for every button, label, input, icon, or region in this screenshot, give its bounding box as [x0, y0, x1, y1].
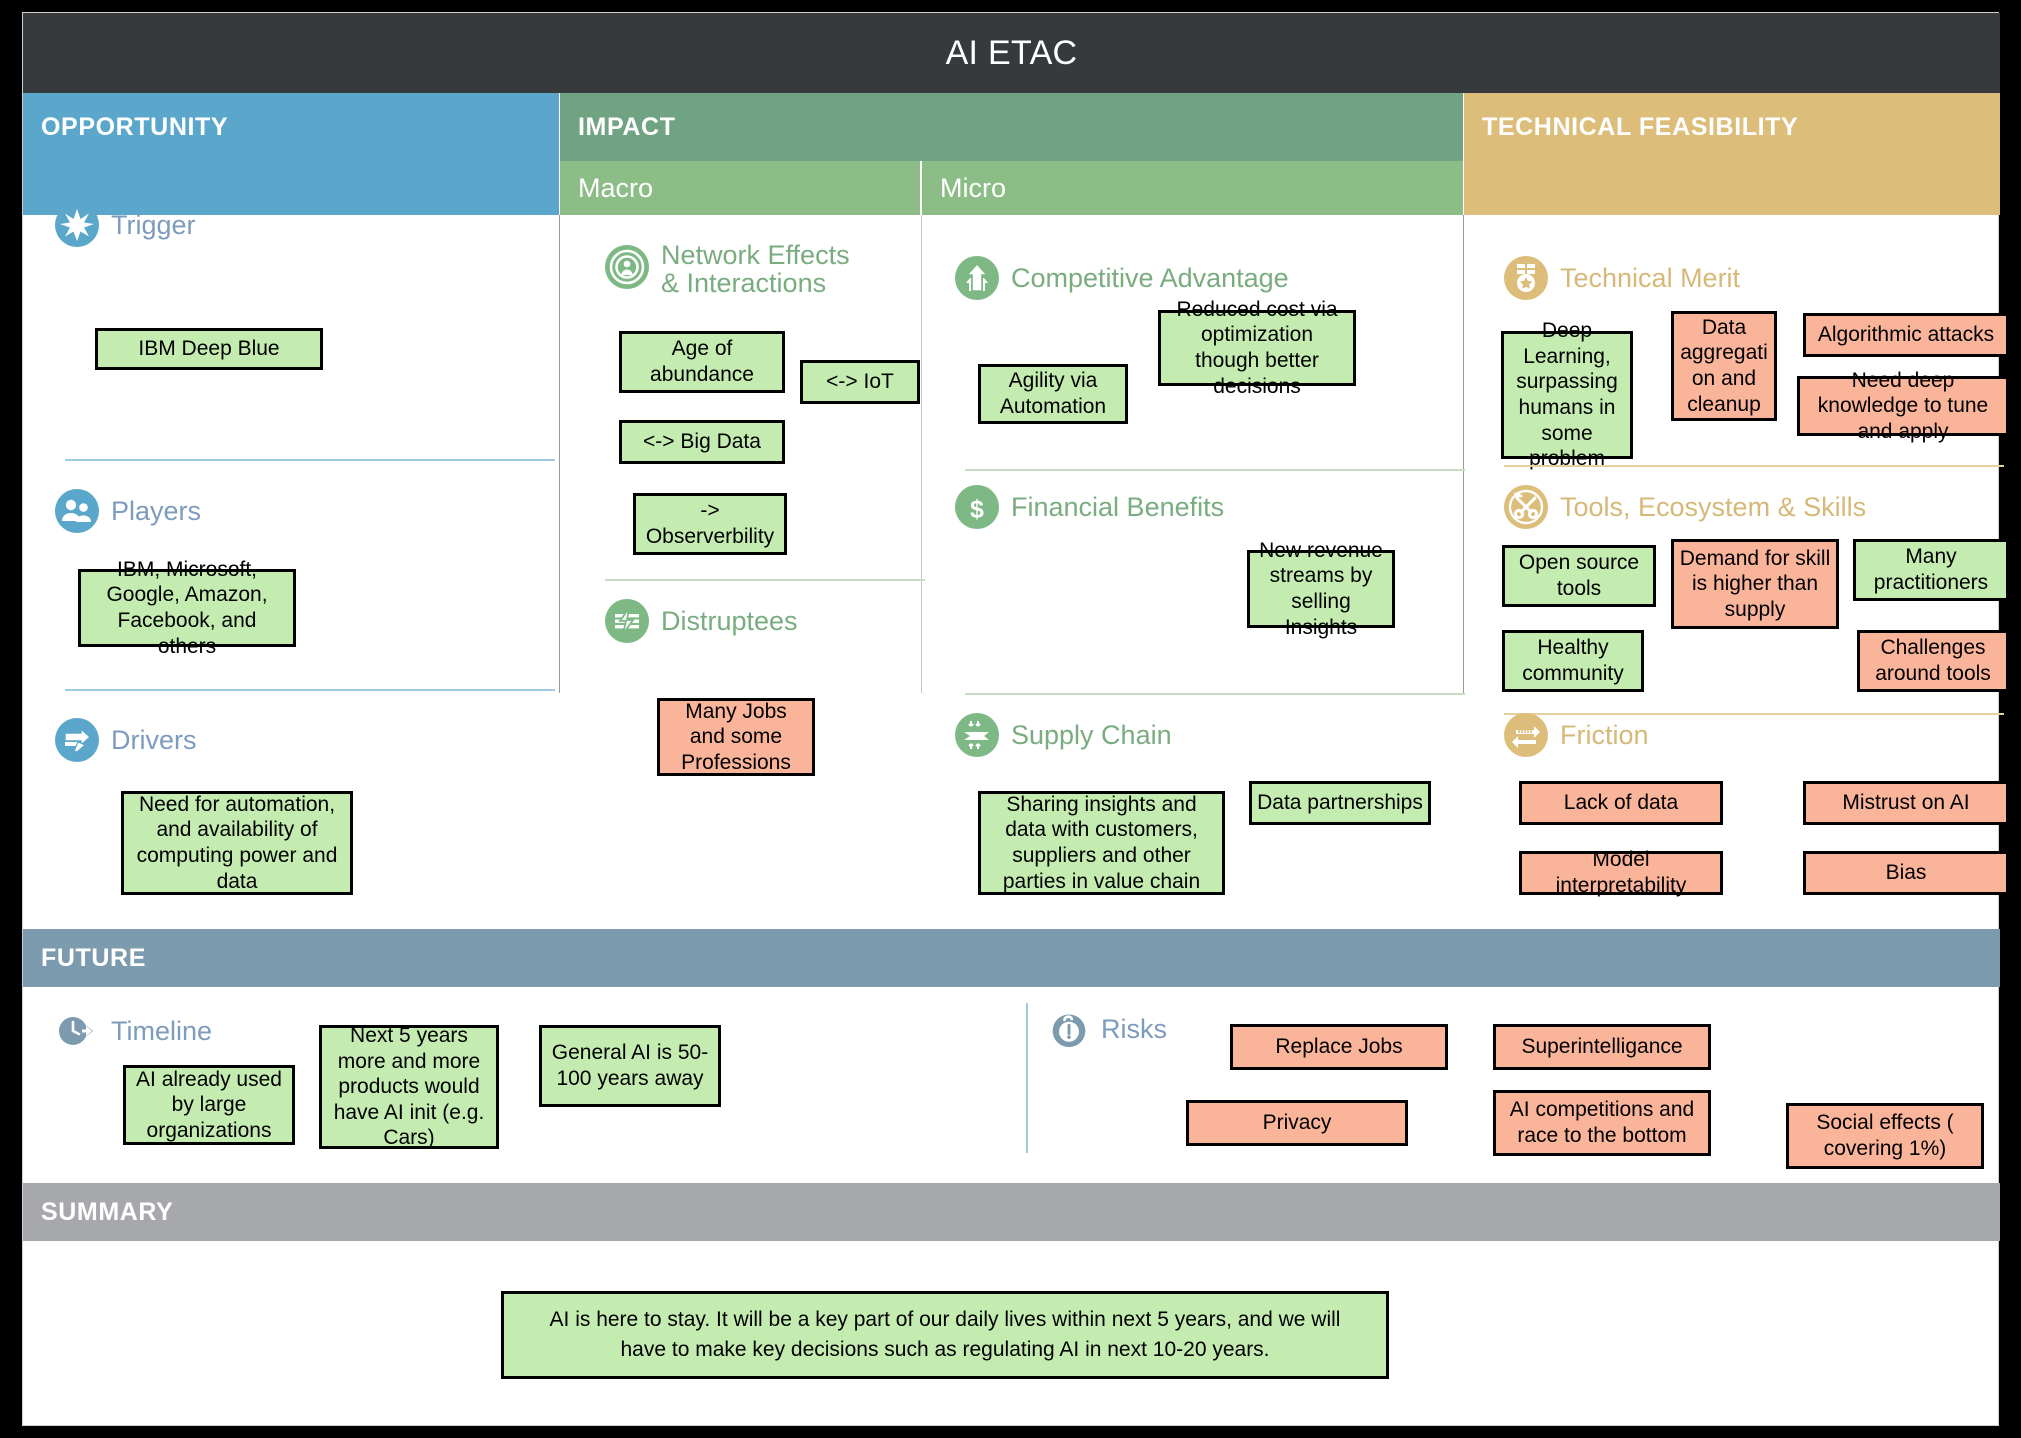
- note-superintelligance[interactable]: Superintelligance: [1493, 1024, 1711, 1070]
- note-mistrust-on-ai[interactable]: Mistrust on AI: [1803, 781, 2009, 825]
- note-social-effects[interactable]: Social effects ( covering 1%): [1786, 1103, 1984, 1169]
- note-observerbility[interactable]: -> Observerbility: [633, 493, 787, 555]
- note-model-interpretability[interactable]: Model interpretability: [1519, 848, 1723, 897]
- note-reduced-cost[interactable]: Reduced cost via optimization though bet…: [1158, 298, 1356, 398]
- subcolumn-header-micro: Micro: [922, 161, 1463, 215]
- banner-future: FUTURE: [23, 929, 2000, 987]
- dollar-icon: $: [955, 485, 999, 529]
- note-new-revenue[interactable]: New revenue streams by selling Insights: [1247, 539, 1395, 639]
- note-healthy-community[interactable]: Healthy community: [1502, 630, 1644, 692]
- note-ibm-deep-blue[interactable]: IBM Deep Blue: [95, 328, 323, 370]
- divider-merit-tools: [1504, 465, 2004, 467]
- section-title-label: Financial Benefits: [1011, 491, 1225, 522]
- note-replace-jobs[interactable]: Replace Jobs: [1230, 1024, 1448, 1070]
- section-distruptees: Distruptees: [605, 599, 798, 643]
- disruption-bolt-icon: [605, 599, 649, 643]
- section-friction: Friction: [1504, 713, 1649, 757]
- column-header-technical-filler: [1464, 161, 2000, 215]
- note-drivers-automation[interactable]: Need for automation, and availability of…: [121, 791, 353, 895]
- note-agility-automation[interactable]: Agility via Automation: [978, 364, 1128, 424]
- section-technical-merit: Technical Merit: [1504, 256, 1740, 300]
- note-age-of-abundance[interactable]: Age of abundance: [619, 331, 785, 393]
- note-lack-of-data[interactable]: Lack of data: [1519, 781, 1723, 825]
- note-bias[interactable]: Bias: [1803, 851, 2009, 895]
- note-deep-knowledge[interactable]: Need deep knowledge to tune and apply: [1797, 369, 2009, 443]
- note-players-companies[interactable]: IBM, Microsoft, Google, Amazon, Facebook…: [78, 558, 296, 658]
- section-title-label: Trigger: [111, 209, 196, 240]
- section-financial-benefits: $ Financial Benefits: [955, 485, 1224, 529]
- note-iot[interactable]: <-> IoT: [800, 360, 920, 404]
- note-open-source-tools[interactable]: Open source tools: [1502, 545, 1656, 607]
- note-ai-competitions[interactable]: AI competitions and race to the bottom: [1493, 1090, 1711, 1156]
- subcolumn-header-macro: Macro: [560, 161, 920, 215]
- section-title-label: Timeline: [111, 1015, 213, 1046]
- section-drivers: Drivers: [55, 718, 197, 762]
- section-network-effects: Network Effects & Interactions: [605, 241, 850, 298]
- tools-icon: [1504, 485, 1548, 529]
- column-header-technical: TECHNICAL FEASIBILITY: [1464, 93, 2000, 161]
- note-next-5-years[interactable]: Next 5 years more and more products woul…: [319, 1024, 499, 1149]
- people-group-icon: [55, 489, 99, 533]
- section-title-label: Friction: [1560, 719, 1649, 750]
- column-header-opportunity: OPPORTUNITY: [23, 93, 559, 161]
- divider-macro-micro: [921, 215, 922, 693]
- section-title-label: Drivers: [111, 724, 197, 755]
- note-privacy[interactable]: Privacy: [1186, 1100, 1408, 1146]
- section-title-label: Tools, Ecosystem & Skills: [1560, 491, 1867, 522]
- friction-icon: [1504, 713, 1548, 757]
- network-target-icon: [605, 245, 649, 289]
- svg-text:$: $: [970, 496, 984, 524]
- arrow-pen-icon: [55, 718, 99, 762]
- section-title-label: Network Effects & Interactions: [661, 240, 850, 299]
- section-trigger: Trigger: [55, 203, 196, 247]
- divider-trigger-players: [65, 459, 555, 461]
- medal-icon: [1504, 256, 1548, 300]
- note-many-jobs[interactable]: Many Jobs and some Professions: [657, 698, 815, 776]
- note-algorithmic-attacks[interactable]: Algorithmic attacks: [1803, 313, 2009, 357]
- supply-chain-icon: [955, 713, 999, 757]
- risk-alert-icon: [1049, 1009, 1089, 1049]
- section-title-label: Supply Chain: [1011, 719, 1172, 750]
- divider-timeline-risks: [1026, 1003, 1028, 1153]
- section-timeline: Timeline: [55, 1009, 212, 1053]
- note-big-data[interactable]: <-> Big Data: [619, 420, 785, 464]
- diagram-canvas: AI ETAC OPPORTUNITY IMPACT Macro Micro T…: [22, 12, 2009, 1426]
- banner-summary: SUMMARY: [23, 1183, 2000, 1241]
- note-ai-already-used[interactable]: AI already used by large organizations: [123, 1065, 295, 1145]
- section-tools-ecosystem: Tools, Ecosystem & Skills: [1504, 485, 1866, 529]
- note-many-practitioners[interactable]: Many practitioners: [1853, 539, 2009, 601]
- section-players-block: Players: [55, 489, 201, 533]
- column-header-impact: IMPACT: [560, 93, 1463, 161]
- divider-financial-supply: [965, 693, 1465, 695]
- note-summary-text[interactable]: AI is here to stay. It will be a key par…: [501, 1291, 1389, 1379]
- section-title-label: Players: [111, 495, 202, 526]
- note-data-aggregation[interactable]: Data aggregati on and cleanup: [1671, 311, 1777, 421]
- page-title: AI ETAC: [23, 13, 2000, 93]
- divider-network-distruptees: [605, 579, 925, 581]
- note-demand-for-skill[interactable]: Demand for skill is higher than supply: [1671, 539, 1839, 629]
- note-general-ai[interactable]: General AI is 50-100 years away: [539, 1025, 721, 1107]
- up-arrow-icon: [955, 256, 999, 300]
- divider-competitive-financial: [965, 469, 1465, 471]
- divider-opportunity-impact: [559, 215, 560, 693]
- divider-impact-technical: [1463, 215, 1464, 693]
- divider-players-drivers: [65, 689, 555, 691]
- section-competitive-advantage: Competitive Advantage: [955, 256, 1289, 300]
- note-sharing-insights[interactable]: Sharing insights and data with customers…: [978, 791, 1225, 895]
- section-title-label: Technical Merit: [1560, 262, 1741, 293]
- section-title-label: Distruptees: [661, 605, 798, 636]
- star-burst-icon: [55, 203, 99, 247]
- clock-arrow-icon: [55, 1009, 99, 1053]
- note-deep-learning[interactable]: Deep Learning, surpassing humans in some…: [1501, 319, 1633, 470]
- section-supply-chain: Supply Chain: [955, 713, 1172, 757]
- section-title-label: Risks: [1101, 1013, 1167, 1044]
- note-data-partnerships[interactable]: Data partnerships: [1249, 781, 1431, 825]
- note-challenges-around-tools[interactable]: Challenges around tools: [1857, 630, 2009, 692]
- section-title-label: Competitive Advantage: [1011, 262, 1289, 293]
- section-risks: Risks: [1049, 1009, 1167, 1049]
